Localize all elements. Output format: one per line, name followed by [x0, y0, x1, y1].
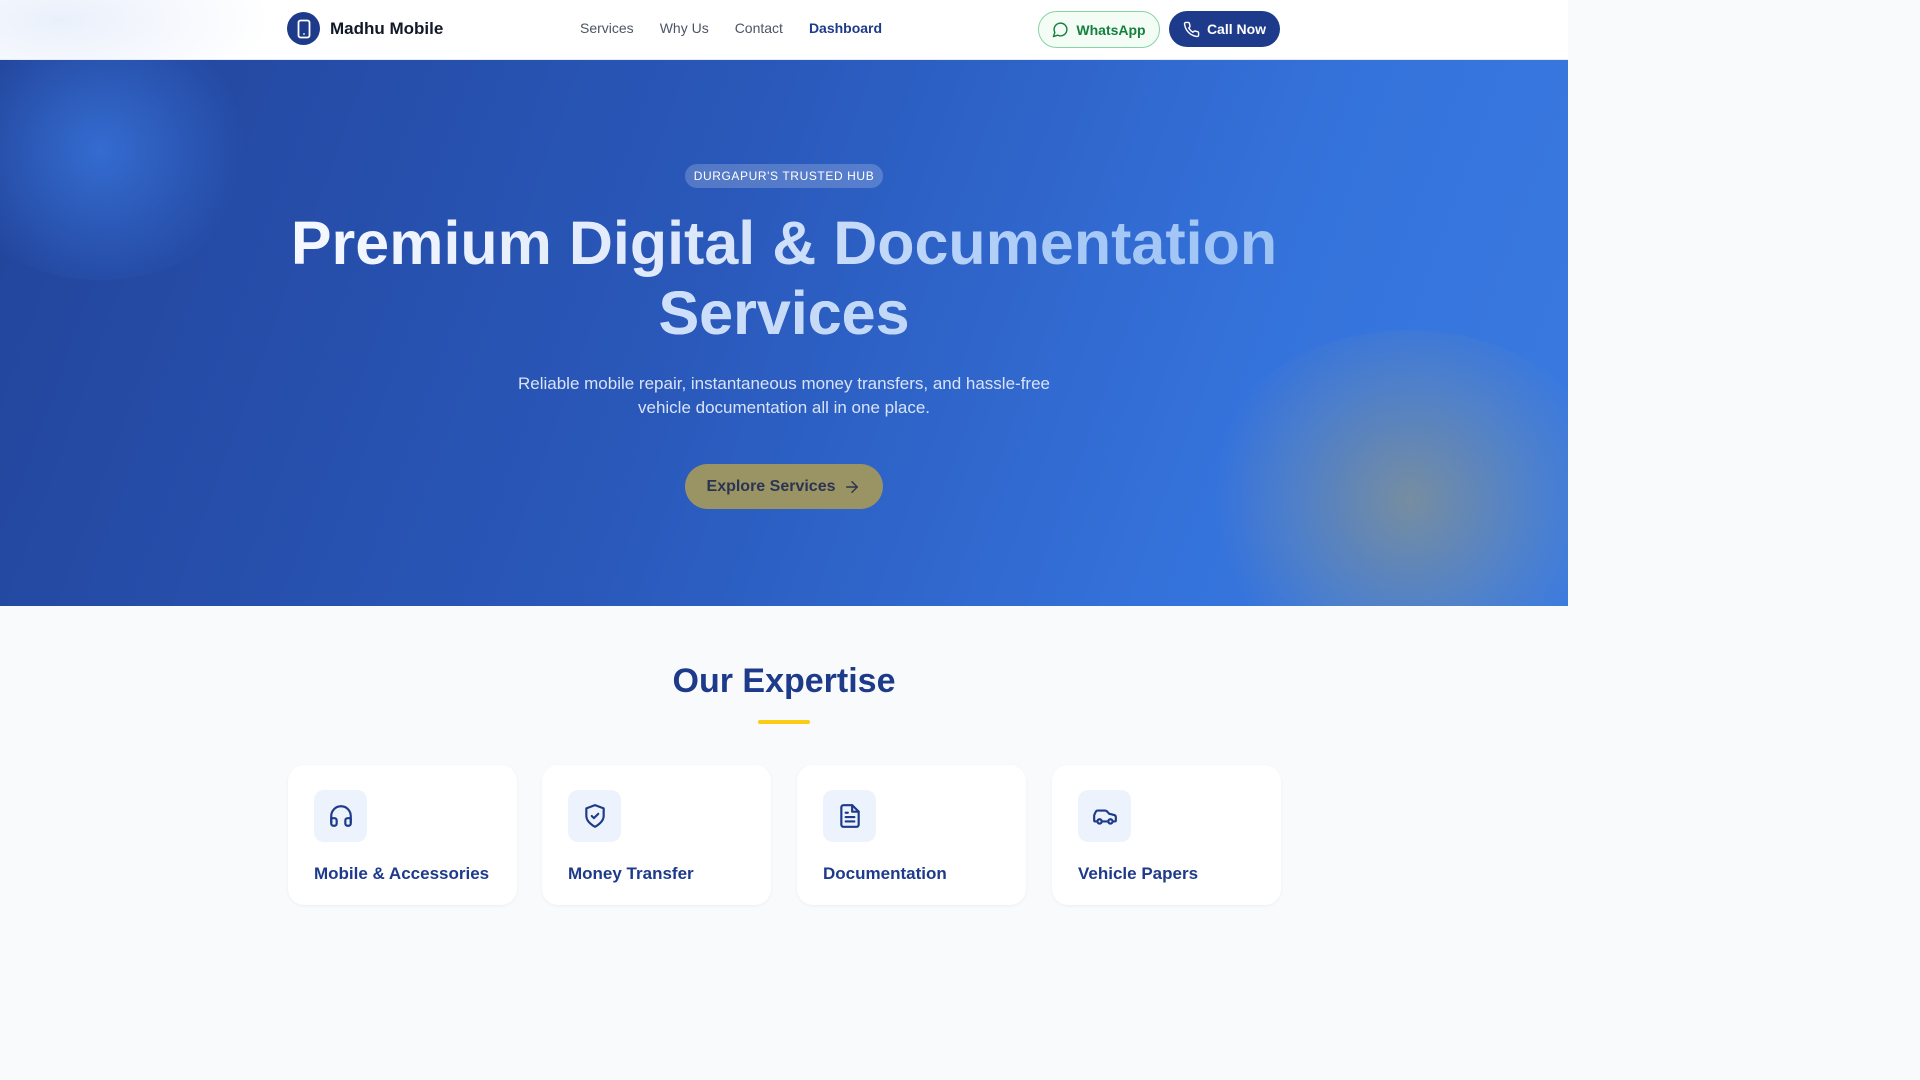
card-title: Money Transfer	[568, 864, 694, 883]
nav-why-us[interactable]: Why Us	[660, 20, 709, 36]
card-title: Vehicle Papers	[1078, 864, 1199, 883]
service-card-documentation[interactable]: Documentation	[797, 765, 1026, 905]
car-icon	[1078, 790, 1131, 842]
whatsapp-button[interactable]: WhatsApp	[1038, 11, 1160, 48]
chat-bubble-icon	[1053, 22, 1068, 38]
document-icon	[823, 790, 876, 842]
nav-contact[interactable]: Contact	[735, 20, 783, 36]
hero-title: Premium Digital & Documentation Services	[250, 208, 1318, 348]
service-card-money-transfer[interactable]: Money Transfer	[542, 765, 771, 905]
service-card-vehicle-papers[interactable]: Vehicle Papers	[1052, 765, 1281, 905]
hero-title-line1: Premium Digital & Documentation	[290, 209, 1278, 277]
explore-services-button[interactable]: Explore Services	[685, 464, 883, 509]
shield-check-icon	[568, 790, 621, 842]
nav-services[interactable]: Services	[580, 20, 634, 36]
service-card-mobile[interactable]: Mobile & Accessories	[288, 765, 517, 905]
navbar: Madhu Mobile Services Why Us Contact Das…	[0, 0, 1568, 60]
headphones-icon	[314, 790, 367, 842]
brand-name: Madhu Mobile	[330, 18, 444, 38]
arrow-right-icon	[846, 480, 859, 493]
explore-services-label: Explore Services	[706, 477, 836, 495]
hero-glow-top-left	[0, 60, 260, 280]
main-nav: Services Why Us Contact Dashboard	[580, 20, 908, 36]
hero-subtitle: Reliable mobile repair, instantaneous mo…	[517, 374, 1050, 417]
section-title: Our Expertise	[672, 662, 896, 700]
nav-dashboard[interactable]: Dashboard	[809, 20, 882, 36]
card-title: Mobile & Accessories	[314, 864, 490, 883]
brand[interactable]: Madhu Mobile	[287, 12, 443, 45]
phone-logo-icon	[287, 12, 320, 45]
call-now-label: Call Now	[1206, 21, 1267, 37]
card-title: Documentation	[823, 864, 947, 883]
hero-glow-bottom-right	[1200, 330, 1568, 606]
call-now-button[interactable]: Call Now	[1169, 11, 1280, 47]
hero-badge: DURGAPUR'S TRUSTED HUB	[685, 164, 883, 188]
whatsapp-label: WhatsApp	[1076, 21, 1146, 38]
title-underline	[758, 720, 810, 724]
hero-title-line2: Services	[658, 279, 910, 347]
hero-section: DURGAPUR'S TRUSTED HUB Premium Digital &…	[0, 60, 1568, 606]
phone-icon	[1183, 21, 1200, 37]
